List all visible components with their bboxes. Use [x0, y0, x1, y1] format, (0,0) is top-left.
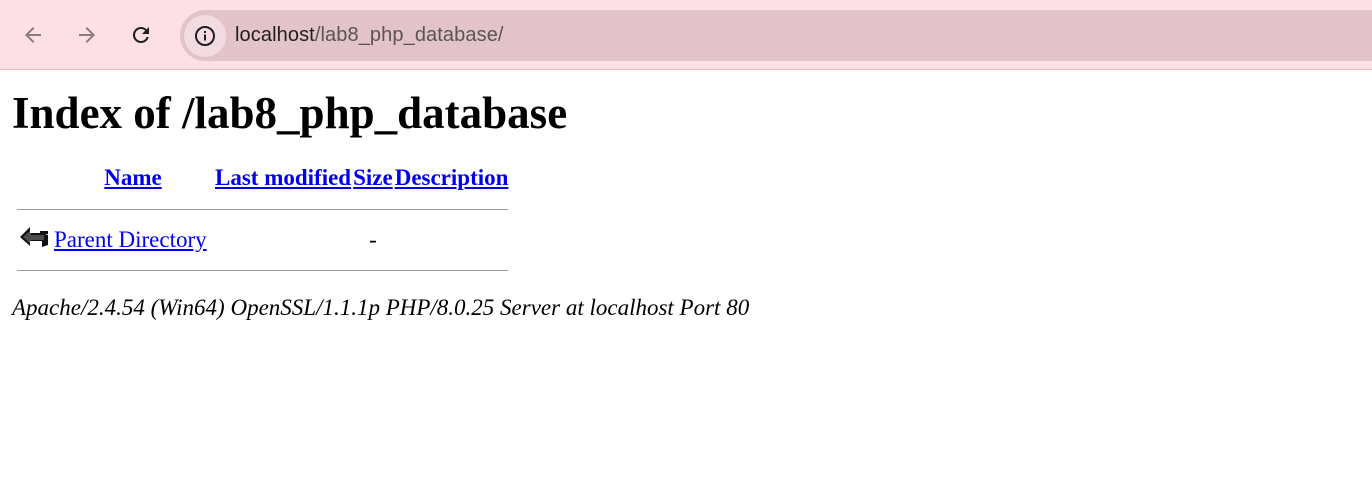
divider [17, 209, 509, 210]
url-path: /lab8_php_database/ [314, 24, 504, 46]
reload-button[interactable] [123, 17, 159, 53]
header-description: Description [395, 164, 509, 199]
site-info-button[interactable] [184, 14, 226, 57]
separator-cell [17, 201, 509, 218]
forward-button[interactable] [69, 17, 105, 53]
address-bar[interactable]: localhost/lab8_php_database/ [180, 10, 1372, 61]
separator-row [17, 201, 509, 218]
sort-by-name-link[interactable]: Name [104, 165, 161, 190]
header-icon-col [17, 164, 51, 199]
separator-cell [17, 262, 509, 279]
row-description-cell [395, 220, 509, 260]
separator-row [17, 262, 509, 279]
header-name: Name [53, 164, 213, 199]
url-text[interactable]: localhost/lab8_php_database/ [235, 24, 504, 47]
table-row: Parent Directory - [17, 220, 508, 260]
sort-by-last-modified-link[interactable]: Last modified [215, 165, 351, 190]
url-host: localhost [235, 24, 315, 46]
reload-icon [132, 26, 149, 43]
info-circle-icon [195, 25, 215, 46]
header-size: Size [353, 164, 393, 199]
table-header-row: Name Last modified Size Description [17, 164, 508, 199]
sort-by-size-link[interactable]: Size [353, 165, 393, 190]
page-title: Index of /lab8_php_database [12, 88, 568, 138]
row-size-cell: - [369, 227, 377, 252]
header-last-modified: Last modified [215, 164, 351, 199]
arrow-left-icon [25, 27, 41, 43]
row-icon-cell [17, 220, 51, 260]
browser-toolbar: localhost/lab8_php_database/ [0, 0, 1372, 70]
row-name-cell: Parent Directory [53, 220, 213, 260]
row-last-modified-cell [215, 220, 351, 260]
parent-directory-link[interactable]: Parent Directory [54, 227, 207, 252]
sort-by-description-link[interactable]: Description [395, 165, 509, 190]
page-content: Index of /lab8_php_database Name Last mo… [0, 88, 1372, 321]
back-button[interactable] [15, 17, 51, 53]
back-arrow-folder-icon [20, 227, 48, 247]
divider [17, 270, 509, 271]
server-signature: Apache/2.4.54 (Win64) OpenSSL/1.1.1p PHP… [12, 295, 750, 320]
directory-listing-table: Name Last modified Size Description Pare… [15, 162, 510, 281]
arrow-right-icon [79, 27, 95, 43]
